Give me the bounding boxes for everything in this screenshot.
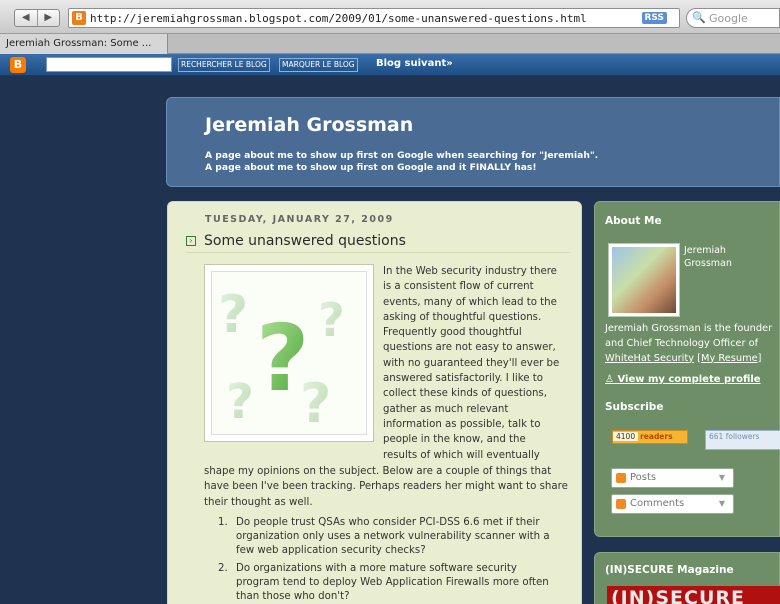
feedburner-readers-badge[interactable]: 4100 readers	[612, 430, 688, 444]
forward-icon[interactable]: ▶	[38, 10, 60, 26]
post-column: TUESDAY, JANUARY 27, 2009 › Some unanswe…	[167, 201, 582, 604]
blog-description: A page about me to show up first on Goog…	[205, 150, 598, 173]
feed-icon	[616, 499, 626, 509]
back-icon[interactable]: ◀	[15, 10, 38, 26]
browser-search-input[interactable]: 🔍 Google	[686, 8, 780, 28]
question-list: 1. Do people trust QSAs who consider PCI…	[218, 516, 558, 604]
resume-link[interactable]: [My Resume]	[697, 353, 761, 364]
rss-icon[interactable]: RSS	[641, 12, 667, 24]
svg-text:?: ?	[300, 372, 331, 435]
post-title-row: › Some unanswered questions	[186, 233, 570, 253]
view-profile-link[interactable]: ♙ View my complete profile	[605, 374, 761, 385]
feed-icon	[616, 473, 626, 483]
question-marks-image: ? ? ? ? ?	[204, 264, 374, 442]
author-bio: Jeremiah Grossman is the founder and Chi…	[605, 323, 773, 364]
blog-description-line1: A page about me to show up first on Goog…	[205, 150, 599, 161]
avatar[interactable]	[608, 243, 680, 317]
subscribe-posts-dropdown[interactable]: Posts ▼	[611, 468, 734, 488]
chevron-down-icon: ▼	[718, 499, 725, 508]
about-me-heading: About Me	[605, 215, 662, 227]
whitehat-link[interactable]: WhiteHat Security	[605, 353, 694, 364]
post-date: TUESDAY, JANUARY 27, 2009	[205, 214, 394, 225]
search-icon[interactable]: 🔍	[692, 11, 706, 24]
person-icon: ♙	[605, 374, 618, 385]
post-body-side: In the Web security industry there is a …	[383, 266, 560, 461]
list-item: 2. Do organizations with a more mature s…	[218, 562, 549, 603]
sidebar: About Me Jeremiah Grossman Jeremiah Gros…	[594, 201, 780, 537]
post-title[interactable]: Some unanswered questions	[204, 233, 406, 249]
magazine-banner[interactable]: (IN)SECURE	[607, 586, 780, 604]
tab-bar: Jeremiah Grossman: Some ...	[0, 34, 780, 54]
blog-search-input[interactable]	[46, 57, 172, 72]
subscribe-comments-dropdown[interactable]: Comments ▼	[611, 494, 734, 514]
address-bar[interactable]: B http://jeremiahgrossman.blogspot.com/2…	[68, 8, 680, 28]
author-name[interactable]: Jeremiah Grossman	[684, 244, 764, 270]
blogger-logo-icon[interactable]: B	[10, 57, 26, 73]
list-item: 1. Do people trust QSAs who consider PCI…	[218, 517, 550, 557]
url-text[interactable]: http://jeremiahgrossman.blogspot.com/200…	[90, 12, 587, 25]
browser-tab[interactable]: Jeremiah Grossman: Some ...	[0, 34, 168, 54]
flag-blog-button[interactable]: MARQUER LE BLOG	[279, 58, 358, 72]
blog-description-line2: A page about me to show up first on Goog…	[205, 161, 537, 173]
browser-toolbar: ◀ ▶ B http://jeremiahgrossman.blogspot.c…	[0, 0, 780, 34]
magazine-widget: (IN)SECURE Magazine (IN)SECURE	[594, 552, 780, 604]
nav-buttons: ◀ ▶	[14, 9, 60, 27]
followers-badge[interactable]: 661 followers	[705, 430, 780, 450]
svg-text:?: ?	[318, 293, 345, 347]
magazine-heading: (IN)SECURE Magazine	[605, 564, 734, 576]
next-blog-link[interactable]: Blog suivant»	[376, 58, 453, 69]
chevron-down-icon: ▼	[718, 473, 725, 482]
post-body-full: shape my opinions on the subject. Below …	[204, 466, 568, 508]
blog-title[interactable]: Jeremiah Grossman	[205, 114, 413, 136]
blog-header: Jeremiah Grossman A page about me to sho…	[166, 97, 780, 187]
post-bullet-icon: ›	[186, 236, 196, 246]
search-blog-button[interactable]: RECHERCHER LE BLOG	[178, 58, 270, 72]
subscribe-heading: Subscribe	[605, 401, 664, 413]
svg-text:?: ?	[226, 374, 254, 430]
question-marks-icon: ? ? ? ? ?	[218, 285, 345, 435]
blogger-favicon-icon: B	[72, 11, 86, 25]
blogger-navbar: B RECHERCHER LE BLOG MARQUER LE BLOG Blo…	[0, 54, 780, 76]
search-placeholder: Google	[709, 12, 748, 25]
svg-text:?: ?	[218, 285, 248, 345]
